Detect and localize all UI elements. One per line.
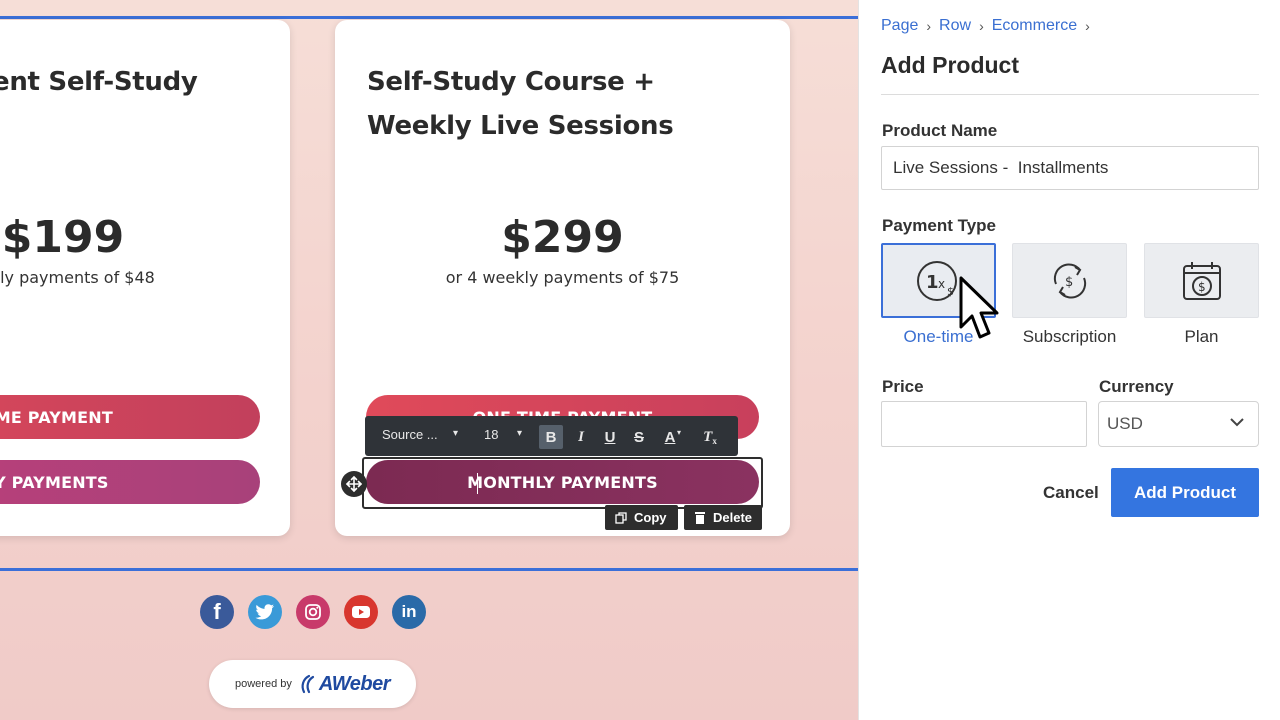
bold-button[interactable]: B <box>539 425 563 449</box>
subscription-label[interactable]: Subscription <box>1012 327 1127 347</box>
price-input[interactable] <box>881 401 1087 447</box>
twitter-icon[interactable] <box>248 595 282 629</box>
chevron-down-icon[interactable]: ▾ <box>453 428 458 439</box>
breadcrumb-ecommerce[interactable]: Ecommerce <box>992 17 1077 35</box>
facebook-icon[interactable]: f <box>200 595 234 629</box>
text-format-toolbar: Source ... ▾ 18 ▾ B I U S A ▾ Tx <box>365 416 738 456</box>
cancel-button[interactable]: Cancel <box>1043 483 1099 503</box>
product-name-label: Product Name <box>882 121 998 140</box>
copy-label: Copy <box>634 510 667 525</box>
italic-button[interactable]: I <box>569 425 593 449</box>
chevron-right-icon: › <box>926 18 932 34</box>
copy-icon <box>615 511 627 524</box>
text-caret <box>477 473 478 494</box>
font-family-select[interactable]: Source ... <box>382 427 438 442</box>
clear-format-button[interactable]: Tx <box>698 425 722 449</box>
clear-format-label: T <box>703 428 713 445</box>
panel-title: Add Product <box>881 52 1019 78</box>
chevron-down-icon[interactable]: ▾ <box>517 428 522 439</box>
currency-value: USD <box>1107 414 1143 433</box>
delete-element-button[interactable]: Delete <box>684 505 762 530</box>
weekly-payments-button[interactable]: EEKLY PAYMENTS <box>0 460 260 504</box>
subscription-icon: $ <box>1053 263 1086 298</box>
card-title: Self-Study Course + Weekly Live Sessions <box>367 67 674 141</box>
powered-by-aweber-badge[interactable]: powered by AWeber <box>209 660 416 708</box>
plan-label[interactable]: Plan <box>1144 327 1259 347</box>
one-time-icon: 1 x $ <box>916 260 957 301</box>
svg-text:$: $ <box>947 285 954 298</box>
aweber-brand: AWeber <box>318 672 391 695</box>
font-size-select[interactable]: 18 <box>484 427 498 442</box>
price-label: Price <box>882 377 924 396</box>
svg-text:1: 1 <box>926 272 939 293</box>
svg-text:x: x <box>938 277 945 291</box>
selected-element-outline <box>362 457 763 509</box>
breadcrumb: Page › Row › Ecommerce › <box>881 17 1098 35</box>
row-selection-bottom-border <box>0 568 858 571</box>
card-title: ent Self-Study <box>0 67 198 97</box>
currency-label: Currency <box>1099 377 1174 396</box>
card-price: $299 <box>501 212 624 263</box>
copy-element-button[interactable]: Copy <box>605 505 678 530</box>
linkedin-icon[interactable]: in <box>392 595 426 629</box>
row-selection-top-border <box>0 16 858 19</box>
chevron-down-icon <box>1230 418 1244 427</box>
svg-text:$: $ <box>1065 275 1073 290</box>
page-canvas: ent Self-Study $199 eekly payments of $4… <box>0 0 858 720</box>
payment-type-subscription[interactable]: $ <box>1012 243 1127 318</box>
calendar-icon: $ <box>1182 261 1221 300</box>
add-product-panel: Page › Row › Ecommerce › Add Product Pro… <box>858 0 1280 720</box>
breadcrumb-row[interactable]: Row <box>939 17 971 35</box>
youtube-icon[interactable] <box>344 595 378 629</box>
chevron-right-icon: › <box>1085 18 1090 34</box>
divider <box>881 94 1259 95</box>
strikethrough-button[interactable]: S <box>627 425 651 449</box>
powered-by-label: powered by <box>235 678 292 690</box>
chevron-down-icon[interactable]: ▾ <box>677 428 681 437</box>
aweber-logo-icon <box>301 674 314 694</box>
trash-icon <box>695 512 705 524</box>
currency-select[interactable]: USD <box>1098 401 1259 447</box>
breadcrumb-page[interactable]: Page <box>881 17 918 35</box>
move-handle-icon[interactable] <box>341 471 367 497</box>
delete-label: Delete <box>713 510 753 525</box>
svg-text:$: $ <box>1198 280 1206 294</box>
payment-type-label: Payment Type <box>882 216 997 235</box>
card-price: $199 <box>1 212 125 263</box>
pricing-card-self-study[interactable]: ent Self-Study $199 eekly payments of $4… <box>0 20 290 536</box>
add-product-button[interactable]: Add Product <box>1111 468 1259 517</box>
underline-button[interactable]: U <box>598 425 622 449</box>
instagram-icon[interactable] <box>296 595 330 629</box>
mouse-cursor-icon <box>959 276 999 339</box>
product-name-input[interactable] <box>881 146 1259 190</box>
payment-type-plan[interactable]: $ <box>1144 243 1259 318</box>
card-price-subtext: or 4 weekly payments of $75 <box>445 268 680 287</box>
one-time-payment-button[interactable]: NE TIME PAYMENT <box>0 395 260 439</box>
chevron-right-icon: › <box>979 18 984 34</box>
card-price-subtext: eekly payments of $48 <box>0 268 155 287</box>
